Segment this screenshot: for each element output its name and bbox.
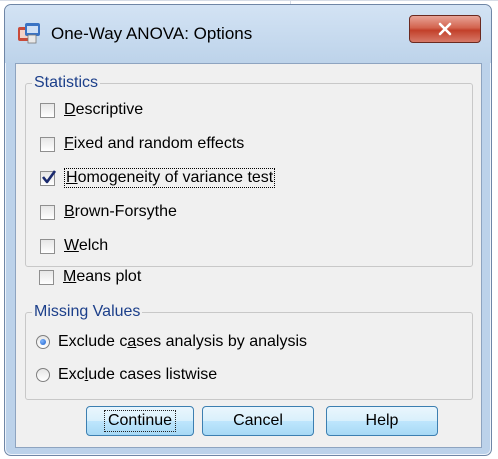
means-plot-checkbox[interactable] [39,269,54,285]
welch-checkbox[interactable] [40,238,55,254]
brown-forsythe-label: Brown-Forsythe [64,203,177,220]
checkmark-icon [41,169,57,183]
spss-app-icon [18,23,40,44]
dialog-content: Statistics Descriptive Fixed and random … [15,63,482,448]
descriptive-option[interactable]: Descriptive [40,99,143,121]
exclude-listwise-option[interactable]: Exclude cases listwise [36,364,217,386]
close-icon [438,22,452,36]
fixed-random-effects-checkbox[interactable] [40,136,55,152]
title-bar[interactable]: One-Way ANOVA: Options [5,5,491,63]
missing-values-group-title: Missing Values [32,303,143,321]
welch-label: Welch [64,237,109,254]
statistics-group: Statistics Descriptive Fixed and random … [25,74,473,267]
exclude-listwise-label: Exclude cases listwise [58,366,218,383]
brown-forsythe-option[interactable]: Brown-Forsythe [40,201,177,223]
continue-button-label: Continue [103,410,177,432]
cancel-button-label: Cancel [233,412,283,429]
means-plot-label: Means plot [63,268,142,285]
window-title: One-Way ANOVA: Options [51,24,253,43]
missing-values-group: Missing Values Exclude cases analysis by… [25,303,473,400]
close-button[interactable] [409,15,481,43]
brown-forsythe-checkbox[interactable] [40,204,55,220]
homogeneity-variance-label: Homogeneity of variance test [64,168,276,188]
continue-button[interactable]: Continue [86,406,194,436]
descriptive-checkbox[interactable] [40,102,55,118]
welch-option[interactable]: Welch [40,235,108,257]
descriptive-label: Descriptive [64,101,144,118]
help-button[interactable]: Help [326,406,438,436]
exclude-analysis-radio[interactable] [36,335,50,349]
exclude-analysis-option[interactable]: Exclude cases analysis by analysis [36,331,307,353]
means-plot-option[interactable]: Means plot [39,266,141,288]
cancel-button[interactable]: Cancel [202,406,314,436]
statistics-group-title: Statistics [32,74,101,92]
help-button-label: Help [365,412,399,429]
homogeneity-variance-option[interactable]: Homogeneity of variance test [40,167,276,189]
homogeneity-variance-checkbox[interactable] [40,169,57,186]
options-dialog: One-Way ANOVA: Options Statistics Descri… [4,4,492,456]
fixed-random-effects-option[interactable]: Fixed and random effects [40,133,244,155]
fixed-random-effects-label: Fixed and random effects [64,135,245,152]
exclude-analysis-label: Exclude cases analysis by analysis [58,333,308,350]
exclude-listwise-radio[interactable] [36,368,50,382]
